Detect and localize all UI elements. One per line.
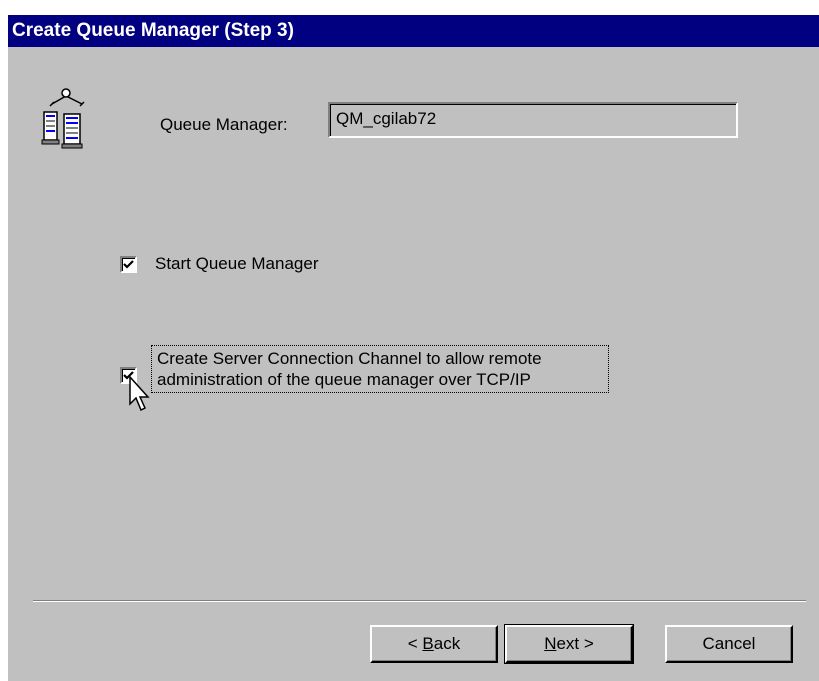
queue-manager-name-field[interactable]: QM_cgilab72 xyxy=(328,102,738,138)
title-bar: Create Queue Manager (Step 3) xyxy=(8,15,819,47)
start-queue-manager-checkbox[interactable] xyxy=(120,256,137,273)
next-mnemonic: N xyxy=(544,634,557,653)
channel-label-line-1: Create Server Connection Channel to allo… xyxy=(157,349,542,368)
back-rest: ack xyxy=(433,634,461,653)
create-queue-manager-dialog: Create Queue Manager (Step 3) Queue Mana… xyxy=(8,15,819,681)
queue-manager-icon xyxy=(38,84,114,154)
cancel-label: Cancel xyxy=(702,634,756,653)
checkmark-icon xyxy=(123,260,134,269)
channel-label-line-2: administration of the queue manager over… xyxy=(157,370,531,389)
next-button[interactable]: Next > xyxy=(504,624,634,664)
back-mnemonic: B xyxy=(422,634,434,653)
start-queue-manager-label[interactable]: Start Queue Manager xyxy=(155,254,318,274)
back-button[interactable]: < Back xyxy=(370,625,498,663)
mouse-pointer-icon xyxy=(129,375,155,416)
back-prefix: < xyxy=(407,634,423,653)
button-separator xyxy=(33,600,806,602)
window-title: Create Queue Manager (Step 3) xyxy=(12,20,294,41)
create-server-connection-channel-label[interactable]: Create Server Connection Channel to allo… xyxy=(151,345,609,393)
next-rest: ext > xyxy=(556,634,594,653)
queue-manager-label: Queue Manager: xyxy=(160,115,288,134)
cancel-button[interactable]: Cancel xyxy=(665,625,793,663)
